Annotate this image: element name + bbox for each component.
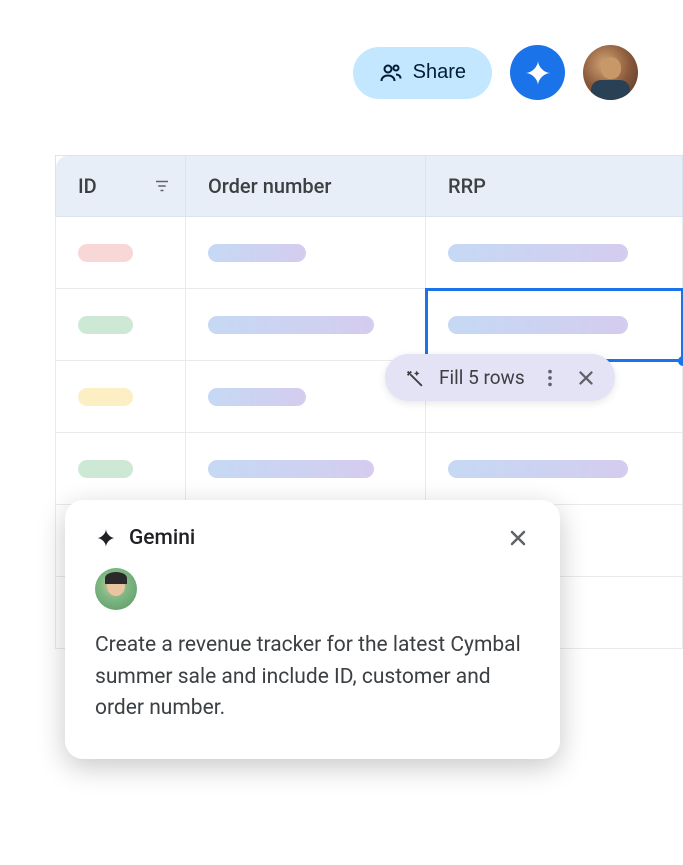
table-row[interactable] (56, 289, 683, 361)
spark-icon (523, 58, 553, 88)
column-header-id[interactable]: ID (56, 156, 186, 217)
cell-placeholder (78, 316, 133, 334)
cell-placeholder (208, 460, 374, 478)
selected-cell[interactable] (426, 289, 683, 361)
cell-placeholder (208, 316, 374, 334)
spark-icon (95, 527, 117, 549)
gemini-spark-button[interactable] (510, 45, 565, 100)
column-header-order[interactable]: Order number (186, 156, 426, 217)
close-icon (506, 526, 530, 550)
column-header-rrp[interactable]: RRP (426, 156, 683, 217)
share-button[interactable]: Share (353, 47, 492, 99)
user-avatar[interactable] (583, 45, 638, 100)
fill-rows-pill[interactable]: Fill 5 rows (385, 354, 615, 401)
table-row[interactable] (56, 217, 683, 289)
cell-placeholder (78, 388, 133, 406)
cell-placeholder (78, 244, 133, 262)
gemini-header: Gemini (95, 526, 530, 550)
cell-placeholder (448, 244, 628, 262)
close-pill-button[interactable] (575, 367, 597, 389)
top-bar: Share (353, 45, 638, 100)
cell-placeholder (448, 316, 628, 334)
close-icon (575, 367, 597, 389)
people-icon (379, 61, 403, 85)
close-gemini-button[interactable] (506, 526, 530, 550)
gemini-panel: Gemini Create a revenue tracker for the … (65, 500, 560, 759)
share-label: Share (413, 61, 466, 84)
cell-placeholder (448, 460, 628, 478)
prompt-user-avatar (95, 568, 137, 610)
fill-pill-label: Fill 5 rows (439, 366, 525, 389)
more-options-button[interactable] (539, 367, 561, 389)
cell-placeholder (208, 244, 306, 262)
magic-wand-icon (403, 367, 425, 389)
gemini-title: Gemini (95, 526, 195, 550)
cell-placeholder (208, 388, 306, 406)
filter-icon[interactable] (153, 177, 171, 195)
cell-placeholder (78, 460, 133, 478)
table-row[interactable] (56, 433, 683, 505)
gemini-prompt-text: Create a revenue tracker for the latest … (95, 630, 530, 725)
more-vertical-icon (539, 367, 561, 389)
